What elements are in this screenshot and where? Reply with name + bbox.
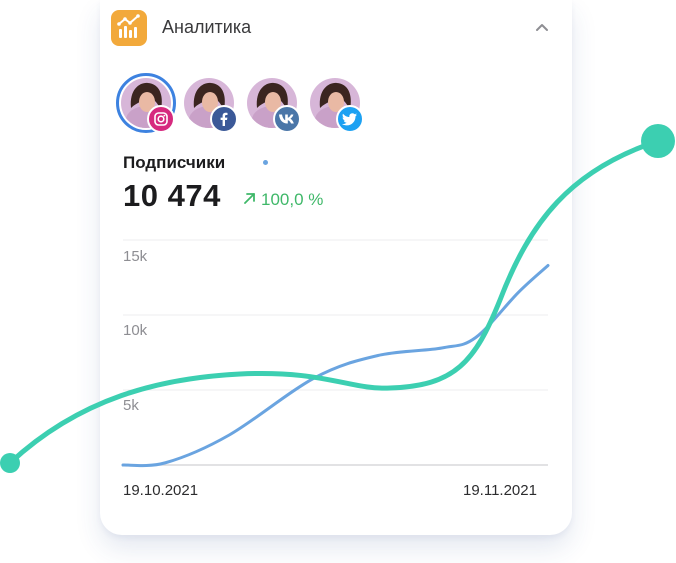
y-tick-label: 5k	[123, 397, 139, 414]
decorative-trend-curve	[7, 138, 661, 466]
x-tick-label: 19.11.2021	[463, 482, 537, 499]
y-tick-label: 15k	[123, 248, 148, 265]
subscribers-chart	[0, 124, 675, 473]
decorative-curve-end	[641, 124, 675, 158]
x-tick-label: 19.10.2021	[123, 482, 199, 499]
series-line	[121, 264, 550, 468]
chart-grid	[123, 239, 548, 466]
decorative-curve-start	[0, 453, 20, 473]
y-tick-label: 10k	[123, 322, 148, 339]
